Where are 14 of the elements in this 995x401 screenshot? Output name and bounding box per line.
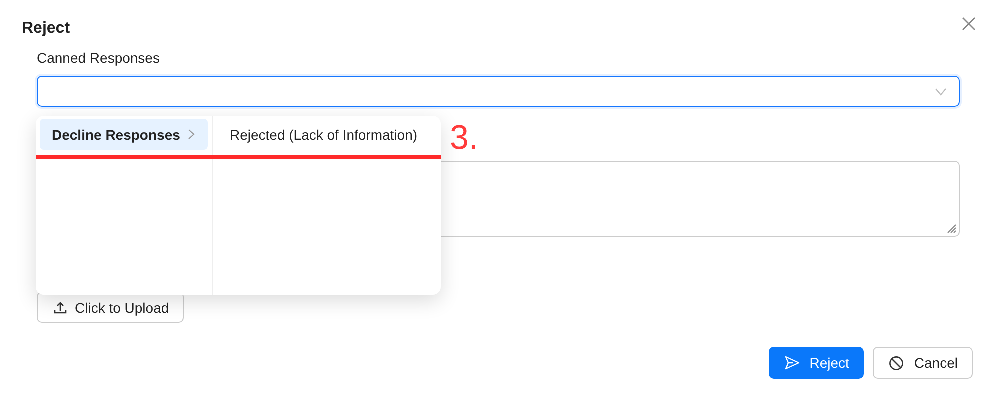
menu-option[interactable]: Rejected (Lack of Information) <box>217 119 437 150</box>
reject-button[interactable]: Reject <box>768 347 864 379</box>
ban-icon <box>889 356 904 370</box>
field-label: Canned Responses <box>37 50 161 66</box>
send-icon <box>784 356 800 370</box>
upload-button[interactable]: Click to Upload <box>37 292 184 323</box>
resize-grip-icon[interactable] <box>947 224 957 234</box>
menu-option[interactable]: Decline Responses <box>40 119 208 150</box>
cancel-button[interactable]: Cancel <box>873 347 973 379</box>
upload-icon <box>54 302 67 314</box>
close-icon[interactable] <box>962 17 976 31</box>
annotation-number: 3. <box>450 118 478 158</box>
select-field[interactable] <box>37 76 960 107</box>
dialog-title: Reject <box>22 20 70 38</box>
